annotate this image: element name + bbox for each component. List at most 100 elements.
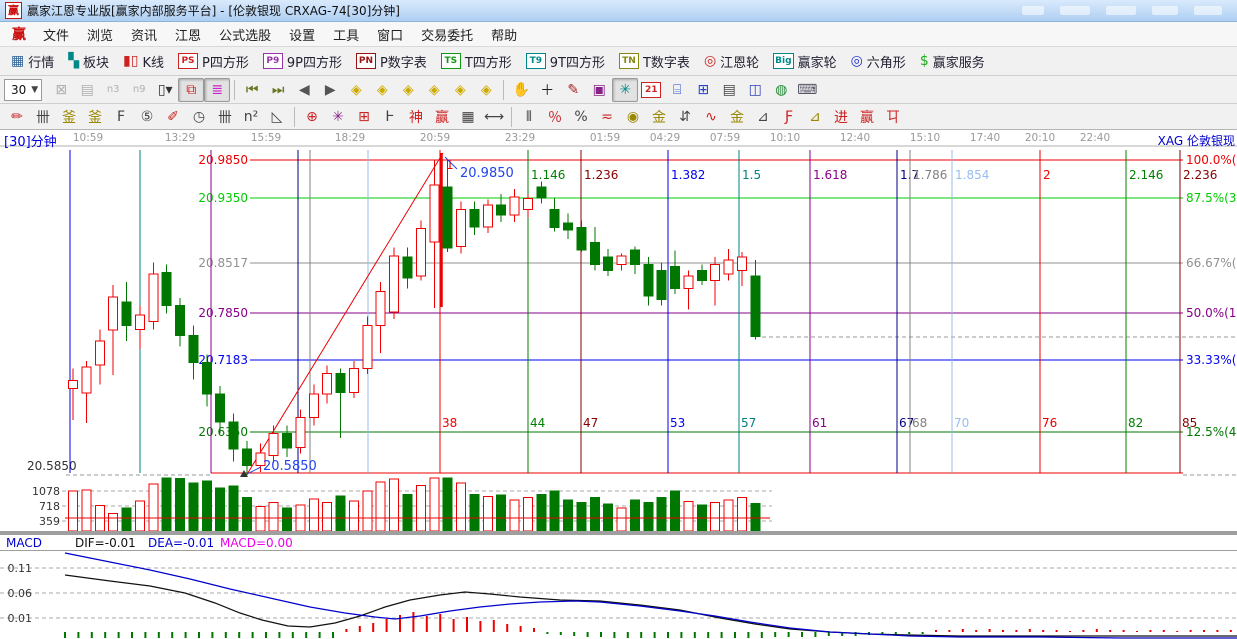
gann-wheel-button[interactable]: ◎江恩轮	[697, 49, 766, 74]
smart-tool-icon[interactable]: ✳	[612, 78, 638, 102]
menu-item-资讯[interactable]: 资讯	[122, 23, 166, 46]
gold-line-tool-icon[interactable]: 金	[646, 105, 672, 129]
9p-square-button[interactable]: P99P四方形	[256, 49, 349, 74]
calendar-icon[interactable]: 21	[638, 78, 664, 102]
percent-tool-icon[interactable]: %	[568, 105, 594, 129]
wave-tool-icon[interactable]: ∿	[698, 105, 724, 129]
annotate-tool-icon[interactable]: ✎	[560, 78, 586, 102]
compare-tool-icon[interactable]: ⫴	[516, 105, 542, 129]
k-marker-tool-icon[interactable]: Ͱ	[377, 105, 403, 129]
hrange-tool-icon[interactable]: ⟷	[481, 105, 507, 129]
menu-item-浏览[interactable]: 浏览	[78, 23, 122, 46]
pan-tool-icon[interactable]: ✋	[508, 78, 534, 102]
diamond-h-shrink-icon[interactable]: ◈	[421, 78, 447, 102]
updown-tool-icon[interactable]: ⇵	[672, 105, 698, 129]
gann-box-tool-icon[interactable]: ⊞	[351, 105, 377, 129]
menu-item-文件[interactable]: 文件	[34, 23, 78, 46]
target-tool-icon[interactable]: ⊕	[299, 105, 325, 129]
titlebar-faint-button[interactable]	[1194, 6, 1222, 15]
diamond-v-shrink-icon[interactable]: ◈	[473, 78, 499, 102]
menu-item-设置[interactable]: 设置	[280, 23, 324, 46]
t-square-button[interactable]: TST四方形	[434, 49, 519, 74]
ying-tool-icon[interactable]: 赢	[429, 105, 455, 129]
jline-tool-icon[interactable]: ⊿	[750, 105, 776, 129]
titlebar-faint-button[interactable]	[1060, 6, 1090, 15]
menu-item-公式选股[interactable]: 公式选股	[210, 23, 280, 46]
shen-tool-icon[interactable]: 神	[403, 105, 429, 129]
menu-item-江恩[interactable]: 江恩	[166, 23, 210, 46]
level-tool-icon[interactable]: ≂	[594, 105, 620, 129]
next-bar-icon[interactable]: ▶	[317, 78, 343, 102]
marker-tool-icon[interactable]: ✐	[160, 105, 186, 129]
gold-gann-1-icon[interactable]: 釜	[56, 105, 82, 129]
diamond-right-icon[interactable]: ◈	[369, 78, 395, 102]
web-icon[interactable]: ◍	[768, 78, 794, 102]
period-select[interactable]: 30▼	[4, 79, 42, 101]
hexagon-button[interactable]: ◎六角形	[844, 49, 913, 74]
p-table-button[interactable]: PNP数字表	[349, 49, 434, 74]
calculator-icon[interactable]: ⌸	[664, 78, 690, 102]
gold-well-tool-icon[interactable]: 金	[724, 105, 750, 129]
window-tool-icon[interactable]: ▣	[586, 78, 612, 102]
menu-item-工具[interactable]: 工具	[324, 23, 368, 46]
9t-square-button[interactable]: T99T四方形	[519, 49, 612, 74]
ruler-tool-icon[interactable]: 卌	[30, 105, 56, 129]
pattern-chart-icon[interactable]: ⧉	[178, 78, 204, 102]
data-grid-icon[interactable]: ⊞	[690, 78, 716, 102]
disabled-tool-2-icon[interactable]: ▤	[74, 78, 100, 102]
9t-square-icon: T9	[526, 53, 546, 69]
terminal-icon[interactable]: ⌨	[794, 78, 820, 102]
volume-bar	[617, 508, 626, 531]
ying2-tool-icon[interactable]: 赢	[854, 105, 880, 129]
p-square-button[interactable]: PSP四方形	[171, 49, 256, 74]
crosshair-tool-icon[interactable]: ＋	[534, 78, 560, 102]
candle	[403, 257, 412, 278]
t-table-button[interactable]: TNT数字表	[612, 49, 697, 74]
menu-item-交易委托[interactable]: 交易委托	[412, 23, 482, 46]
chart-canvas[interactable]: 10:5913:2915:5918:2920:5923:2901:5904:29…	[0, 130, 1237, 639]
square-of-nine-tool-icon[interactable]: n²	[238, 105, 264, 129]
gold-circle-tool-icon[interactable]: ◉	[620, 105, 646, 129]
menu-item-窗口[interactable]: 窗口	[368, 23, 412, 46]
macd-indicator-name[interactable]: MACD	[6, 536, 42, 550]
prev-bar-icon[interactable]: ◀	[291, 78, 317, 102]
percent-red-tool-icon[interactable]: ％	[542, 105, 568, 129]
jin-tool-icon[interactable]: 进	[828, 105, 854, 129]
winner-service-button[interactable]: $赢家服务	[913, 49, 992, 74]
si-tool-icon[interactable]: 㔿	[880, 105, 906, 129]
grid-tool-icon[interactable]: 卌	[212, 105, 238, 129]
sectors-button[interactable]: ▚板块	[61, 49, 116, 74]
diamond-h-expand-icon[interactable]: ◈	[395, 78, 421, 102]
last-page-icon[interactable]: ⏭	[265, 78, 291, 102]
gold-angle-tool-icon[interactable]: ⊿	[802, 105, 828, 129]
titlebar-faint-button[interactable]	[1022, 6, 1044, 15]
menu-item-帮助[interactable]: 帮助	[482, 23, 526, 46]
svg-text:20.7850: 20.7850	[198, 306, 248, 320]
titlebar-faint-button[interactable]	[1106, 6, 1136, 15]
pen-tool-icon[interactable]: ✏	[4, 105, 30, 129]
titlebar-faint-button[interactable]	[1152, 6, 1178, 15]
disabled-tool-4-icon[interactable]: n9	[126, 78, 152, 102]
svg-text:13:29: 13:29	[165, 132, 195, 144]
disabled-tool-1-icon[interactable]: ⊠	[48, 78, 74, 102]
angle-tool-icon[interactable]: ◺	[264, 105, 290, 129]
fib-tool-icon[interactable]: F	[108, 105, 134, 129]
color-histogram-icon[interactable]: ≣	[204, 78, 230, 102]
first-page-icon[interactable]: ⏮	[239, 78, 265, 102]
notes-icon[interactable]: ▤	[716, 78, 742, 102]
save-icon[interactable]: ◫	[742, 78, 768, 102]
fline-tool-icon[interactable]: Ƒ	[776, 105, 802, 129]
diamond-v-expand-icon[interactable]: ◈	[447, 78, 473, 102]
candle-style-icon[interactable]: ▯▾	[152, 78, 178, 102]
gold-gann-2-icon[interactable]: 釜	[82, 105, 108, 129]
chart-area[interactable]: 10:5913:2915:5918:2920:5923:2901:5904:29…	[0, 130, 1237, 639]
wave5-tool-icon[interactable]: ⑤	[134, 105, 160, 129]
winner-wheel-button[interactable]: Big赢家轮	[766, 49, 843, 74]
quotes-button[interactable]: ▦行情	[4, 49, 61, 74]
time-cycle-tool-icon[interactable]: ◷	[186, 105, 212, 129]
diamond-left-icon[interactable]: ◈	[343, 78, 369, 102]
kline-button[interactable]: ▮▯K线	[116, 49, 171, 74]
disabled-tool-3-icon[interactable]: n3	[100, 78, 126, 102]
table-tool-icon[interactable]: ▦	[455, 105, 481, 129]
star-tool-icon[interactable]: ✳	[325, 105, 351, 129]
